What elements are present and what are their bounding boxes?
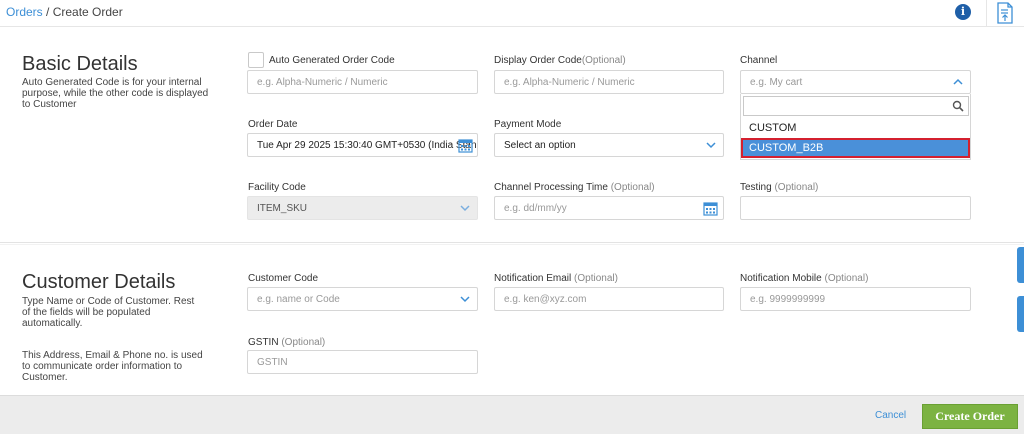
cpt-label-text: Channel Processing Time bbox=[494, 182, 608, 193]
channel-option-custom[interactable]: CUSTOM bbox=[741, 118, 970, 138]
create-order-button[interactable]: Create Order bbox=[922, 404, 1018, 429]
notification-email-label: Notification Email (Optional) bbox=[494, 273, 618, 284]
notification-email-input[interactable]: e.g. ken@xyz.com bbox=[494, 287, 724, 311]
breadcrumb: Orders / Create Order bbox=[6, 5, 123, 19]
info-icon[interactable]: i bbox=[955, 4, 971, 20]
calendar-icon[interactable] bbox=[458, 138, 473, 153]
order-date-label: Order Date bbox=[248, 119, 298, 130]
gstin-label: GSTIN (Optional) bbox=[248, 337, 325, 348]
side-tab-2[interactable] bbox=[1017, 296, 1024, 332]
testing-label: Testing (Optional) bbox=[740, 182, 818, 193]
search-icon bbox=[952, 100, 964, 112]
customer-details-description: Type Name or Code of Customer. Rest of t… bbox=[22, 296, 195, 329]
notification-mobile-input[interactable]: e.g. 9999999999 bbox=[740, 287, 971, 311]
basic-details-title: Basic Details bbox=[22, 53, 138, 75]
channel-select[interactable]: e.g. My cart bbox=[740, 70, 971, 94]
breadcrumb-orders-link[interactable]: Orders bbox=[6, 5, 43, 19]
email-label-text: Notification Email bbox=[494, 273, 572, 284]
channel-placeholder: e.g. My cart bbox=[750, 77, 803, 88]
section-divider bbox=[0, 242, 1024, 243]
chevron-up-icon bbox=[953, 78, 963, 85]
channel-processing-time-input[interactable]: e.g. dd/mm/yy bbox=[494, 196, 724, 220]
section-divider-shadow bbox=[0, 244, 1024, 245]
auto-generated-code-checkbox[interactable] bbox=[248, 52, 264, 68]
channel-processing-time-label: Channel Processing Time (Optional) bbox=[494, 182, 655, 193]
email-optional: (Optional) bbox=[571, 273, 618, 284]
gstin-input[interactable]: GSTIN bbox=[247, 350, 478, 374]
cancel-button[interactable]: Cancel bbox=[875, 410, 906, 421]
mobile-label-text: Notification Mobile bbox=[740, 273, 822, 284]
display-code-label: Display Order Code(Optional) bbox=[494, 55, 626, 66]
display-code-label-text: Display Order Code bbox=[494, 55, 582, 66]
channel-search-input[interactable] bbox=[743, 96, 969, 116]
payment-mode-label: Payment Mode bbox=[494, 119, 562, 130]
facility-code-label: Facility Code bbox=[248, 182, 306, 193]
display-code-input[interactable]: e.g. Alpha-Numeric / Numeric bbox=[494, 70, 724, 94]
cpt-optional: (Optional) bbox=[607, 182, 655, 193]
breadcrumb-current: Create Order bbox=[52, 5, 123, 19]
order-date-input[interactable]: Tue Apr 29 2025 15:30:40 GMT+0530 (India… bbox=[247, 133, 478, 157]
channel-dropdown: CUSTOM CUSTOM_B2B bbox=[740, 94, 971, 160]
mobile-optional: (Optional) bbox=[821, 273, 869, 284]
display-code-optional: (Optional) bbox=[581, 55, 626, 66]
customer-details-title: Customer Details bbox=[22, 271, 176, 293]
testing-input[interactable] bbox=[740, 196, 971, 220]
channel-label: Channel bbox=[740, 55, 778, 66]
top-bar: Orders / Create Order i bbox=[0, 0, 1024, 27]
calendar-icon[interactable] bbox=[703, 201, 718, 216]
facility-code-select[interactable]: ITEM_SKU bbox=[247, 196, 478, 220]
notification-mobile-label: Notification Mobile (Optional) bbox=[740, 273, 868, 284]
document-upload-icon bbox=[997, 2, 1013, 24]
cpt-placeholder: e.g. dd/mm/yy bbox=[504, 203, 567, 214]
breadcrumb-separator: / bbox=[42, 5, 53, 19]
order-date-value: Tue Apr 29 2025 15:30:40 GMT+0530 (India… bbox=[257, 140, 477, 151]
customer-code-placeholder: e.g. name or Code bbox=[257, 294, 340, 305]
chevron-down-icon bbox=[460, 296, 470, 303]
auto-code-input[interactable]: e.g. Alpha-Numeric / Numeric bbox=[247, 70, 478, 94]
testing-optional: (Optional) bbox=[771, 182, 819, 193]
testing-label-text: Testing bbox=[740, 182, 772, 193]
payment-mode-value: Select an option bbox=[504, 140, 576, 151]
gstin-label-text: GSTIN bbox=[248, 337, 279, 348]
chevron-down-icon bbox=[460, 205, 470, 212]
customer-code-label: Customer Code bbox=[248, 273, 319, 284]
document-button[interactable] bbox=[986, 0, 1024, 27]
facility-code-value: ITEM_SKU bbox=[257, 203, 308, 214]
auto-code-label: Auto Generated Order Code bbox=[269, 55, 395, 66]
basic-details-description: Auto Generated Code is for your internal… bbox=[22, 77, 209, 110]
chevron-down-icon bbox=[706, 142, 716, 149]
payment-mode-select[interactable]: Select an option bbox=[494, 133, 724, 157]
customer-details-description-2: This Address, Email & Phone no. is used … bbox=[22, 350, 203, 383]
gstin-optional: (Optional) bbox=[278, 337, 326, 348]
channel-option-custom-b2b[interactable]: CUSTOM_B2B bbox=[741, 138, 970, 158]
customer-code-select[interactable]: e.g. name or Code bbox=[247, 287, 478, 311]
side-tab-1[interactable] bbox=[1017, 247, 1024, 283]
footer-bar: Cancel Create Order bbox=[0, 395, 1024, 434]
